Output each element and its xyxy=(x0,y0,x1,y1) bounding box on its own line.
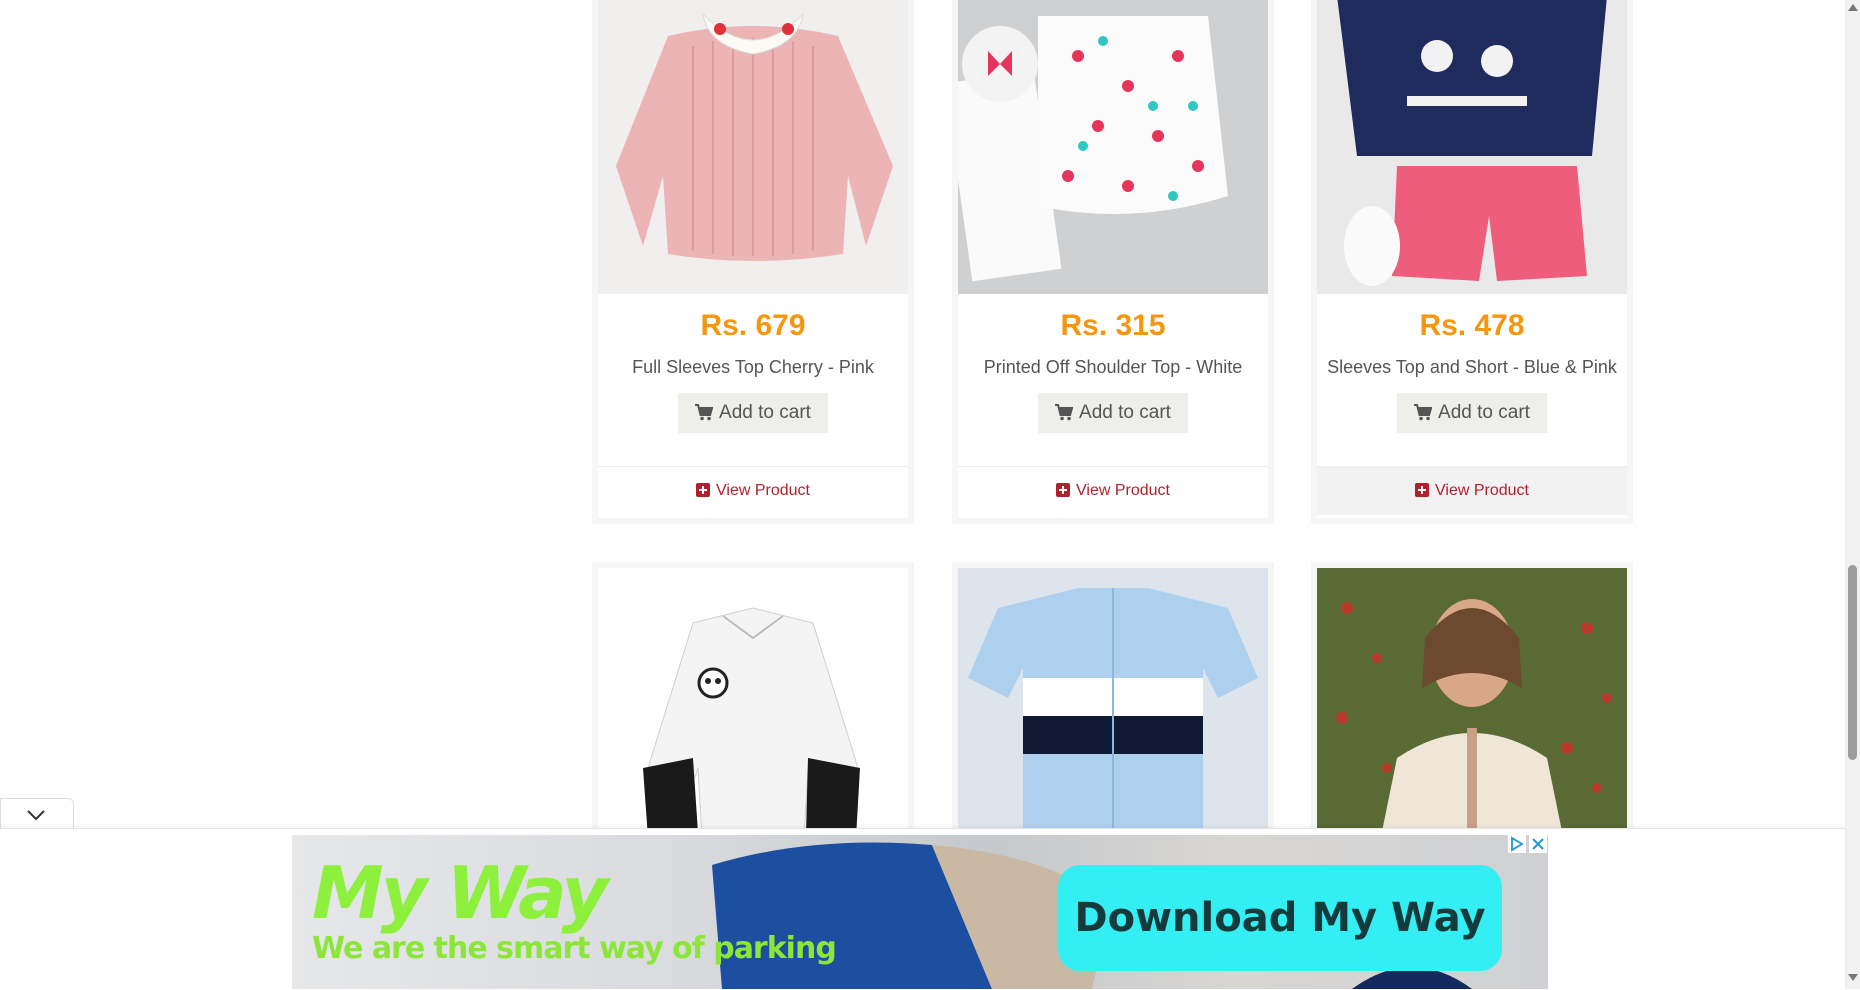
adchoices-icon[interactable] xyxy=(1508,835,1526,853)
cart-icon xyxy=(1055,404,1074,421)
product-card xyxy=(592,562,914,862)
add-to-cart-label: Add to cart xyxy=(1438,402,1530,423)
product-image-pink-top[interactable] xyxy=(598,0,908,294)
close-icon[interactable] xyxy=(1529,835,1547,853)
product-card: Rs. 679 Full Sleeves Top Cherry - Pink A… xyxy=(592,0,914,524)
cart-icon xyxy=(695,404,714,421)
product-card xyxy=(1311,562,1633,862)
product-image-blue-shirt[interactable] xyxy=(958,568,1268,856)
add-to-cart-label: Add to cart xyxy=(1079,402,1171,423)
ad-title: My Way xyxy=(312,851,608,935)
add-to-cart-button[interactable]: Add to cart xyxy=(678,393,828,433)
product-name[interactable]: Printed Off Shoulder Top - White xyxy=(958,357,1268,378)
plus-square-icon xyxy=(1056,483,1070,497)
scrollbar-thumb[interactable] xyxy=(1848,565,1857,760)
product-image-woman-top[interactable] xyxy=(1317,568,1627,856)
product-price: Rs. 679 xyxy=(700,309,806,342)
product-image-blue-pink-set[interactable] xyxy=(1317,0,1627,294)
scroll-down-arrow[interactable] xyxy=(1848,974,1858,981)
ad-banner[interactable]: My Way We are the smart way of parking D… xyxy=(292,835,1548,989)
product-name[interactable]: Sleeves Top and Short - Blue & Pink xyxy=(1317,357,1627,378)
add-to-cart-label: Add to cart xyxy=(719,402,811,423)
cart-icon xyxy=(1414,404,1433,421)
add-to-cart-button[interactable]: Add to cart xyxy=(1038,393,1188,433)
page-scrollbar[interactable] xyxy=(1845,0,1860,989)
product-price: Rs. 315 xyxy=(1060,309,1166,342)
view-product-link[interactable]: View Product xyxy=(958,466,1268,515)
product-price: Rs. 478 xyxy=(1419,309,1525,342)
view-product-link[interactable]: View Product xyxy=(1317,466,1627,515)
plus-square-icon xyxy=(1415,483,1429,497)
view-product-label: View Product xyxy=(1076,482,1170,499)
product-card: Rs. 315 Printed Off Shoulder Top - White… xyxy=(952,0,1274,524)
view-product-label: View Product xyxy=(1435,482,1529,499)
ad-download-button[interactable]: Download My Way xyxy=(1058,865,1502,971)
plus-square-icon xyxy=(696,483,710,497)
product-card: Rs. 478 Sleeves Top and Short - Blue & P… xyxy=(1311,0,1633,524)
product-name[interactable]: Full Sleeves Top Cherry - Pink xyxy=(598,357,908,378)
ad-tagline: We are the smart way of parking xyxy=(312,931,837,966)
ad-collapse-toggle[interactable] xyxy=(0,798,74,830)
product-image-white-top[interactable] xyxy=(958,0,1268,294)
view-product-label: View Product xyxy=(716,482,810,499)
product-image-white-shirt[interactable] xyxy=(598,568,908,856)
chevron-down-icon xyxy=(27,810,45,821)
add-to-cart-button[interactable]: Add to cart xyxy=(1397,393,1547,433)
view-product-link[interactable]: View Product xyxy=(598,466,908,515)
scroll-up-arrow[interactable] xyxy=(1848,4,1858,11)
product-card xyxy=(952,562,1274,862)
